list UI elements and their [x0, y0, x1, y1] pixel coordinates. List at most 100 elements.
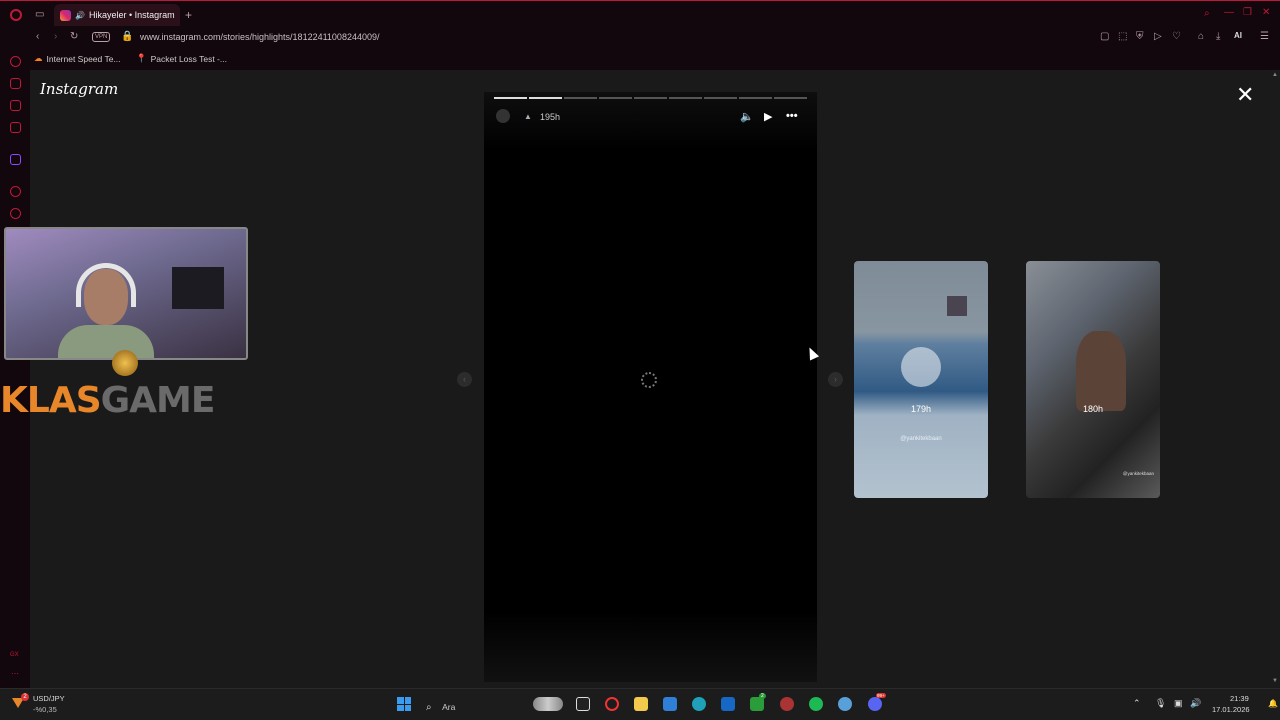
progress-segment: [774, 97, 807, 99]
bookmark-packet-loss[interactable]: 📍 Packet Loss Test -...: [136, 53, 227, 64]
restore-icon[interactable]: ❐: [1243, 8, 1252, 18]
windows-start-icon[interactable]: [397, 697, 411, 711]
heart-icon[interactable]: ♡: [1172, 32, 1181, 42]
player-icon[interactable]: [10, 186, 21, 197]
bookmarks-bar: ☁ Internet Speed Te... 📍 Packet Loss Tes…: [0, 48, 1280, 70]
crop-icon[interactable]: ⬚: [1118, 32, 1127, 42]
progress-segment: [634, 97, 667, 99]
story-thumbnail-1[interactable]: 179h @yankitekbaan: [854, 261, 988, 498]
ticker-change: -%0,35: [33, 705, 57, 714]
vpn-badge[interactable]: VPN: [92, 32, 111, 42]
instagram-favicon-icon: [60, 9, 71, 21]
story-viewer[interactable]: ▲ 195h 🔈 ▶ •••: [484, 92, 817, 682]
messenger-icon[interactable]: [10, 100, 21, 111]
progress-segment: [529, 97, 562, 99]
cloud-icon: ☁: [34, 53, 43, 63]
mute-icon[interactable]: 🔈: [740, 110, 754, 123]
game-app-icon[interactable]: [780, 697, 794, 711]
clock-icon[interactable]: [10, 208, 21, 219]
store-icon[interactable]: [663, 697, 677, 711]
menu-icon[interactable]: ☰: [1260, 32, 1269, 42]
streamer-body: [58, 325, 154, 358]
progress-segment: [704, 97, 737, 99]
twitch-icon[interactable]: [10, 154, 21, 165]
lock-icon: 🔒: [121, 31, 134, 42]
new-tab-icon[interactable]: +: [185, 9, 192, 21]
story-time: 195h: [540, 112, 561, 122]
badge-emblem-icon: [112, 350, 138, 376]
weather-widget-icon[interactable]: [533, 697, 563, 711]
brand-logo: KLASGAME: [0, 380, 215, 421]
headphones-shape: [76, 263, 136, 307]
discord-icon[interactable]: 99+: [868, 693, 886, 711]
webcam-overlay: [4, 227, 248, 360]
search-tabs-icon[interactable]: ⌕: [1204, 9, 1210, 19]
scroll-up-icon[interactable]: ▲: [1272, 72, 1278, 78]
thumbnail-time: 180h: [1082, 404, 1104, 414]
history-icon[interactable]: [10, 56, 21, 67]
teams-icon[interactable]: [721, 697, 735, 711]
stock-ticker[interactable]: 2 USD/JPY -%0,35: [10, 692, 80, 716]
thumbnail-caption: @yankitekbaan: [900, 436, 942, 442]
tab-instagram[interactable]: 🔊 Hikayeler • Instagram: [54, 4, 180, 26]
tab-menu-icon[interactable]: ▭: [35, 10, 44, 20]
wallet-icon[interactable]: ⌂: [1198, 32, 1204, 42]
network-icon[interactable]: ▣: [1174, 698, 1183, 709]
bookmark-speed-test[interactable]: ☁ Internet Speed Te...: [34, 53, 121, 64]
opera-logo-icon[interactable]: [10, 9, 22, 21]
volume-icon[interactable]: 🔊: [1190, 698, 1201, 709]
tray-chevron-icon[interactable]: ⌃: [1133, 698, 1141, 709]
thumbnail-image-circle: [901, 347, 941, 387]
tab-bar: ▭ 🔊 Hikayeler • Instagram + ⌕ — ❐ ✕: [0, 0, 1280, 28]
instagram-side-icon[interactable]: [10, 122, 21, 133]
minimize-icon[interactable]: —: [1224, 8, 1234, 18]
file-explorer-icon[interactable]: [634, 697, 648, 711]
play-icon[interactable]: ▷: [1154, 32, 1162, 42]
scroll-down-icon[interactable]: ▼: [1272, 678, 1278, 684]
play-button-icon[interactable]: ▶: [764, 110, 772, 123]
gx-icon[interactable]: GX: [10, 652, 19, 658]
clock-time[interactable]: 21:39: [1230, 694, 1249, 703]
progress-segment: [494, 97, 527, 99]
story-thumbnail-2[interactable]: 180h @yankitekbaan: [1026, 261, 1160, 498]
taskbar-search[interactable]: ⌕ Ara: [426, 697, 526, 713]
snapshot-icon[interactable]: ▢: [1100, 32, 1109, 42]
shield-icon[interactable]: ⛨: [1136, 32, 1144, 42]
edge-icon[interactable]: [692, 697, 706, 711]
forward-icon[interactable]: ›: [54, 32, 57, 42]
aria-icon[interactable]: [10, 78, 21, 89]
opera-taskbar-icon[interactable]: [605, 697, 619, 711]
more-icon[interactable]: ⋯: [11, 670, 19, 678]
settings-app-icon[interactable]: [838, 697, 852, 711]
file-app-icon[interactable]: [576, 697, 590, 711]
clock-date[interactable]: 17.01.2026: [1212, 705, 1250, 714]
ai-button[interactable]: AI: [1234, 32, 1242, 40]
xbox-icon[interactable]: 2: [750, 693, 766, 711]
progress-segment: [669, 97, 702, 99]
speaker-icon[interactable]: 🔊: [75, 11, 85, 20]
thumbnail-avatar: [947, 296, 967, 316]
chat-badge: 99+: [876, 693, 886, 698]
more-options-icon[interactable]: •••: [786, 110, 798, 122]
previous-story-arrow-icon[interactable]: ‹: [457, 372, 472, 387]
thumbnail-person: [1076, 331, 1126, 411]
notification-icon[interactable]: 🔔: [1268, 699, 1278, 708]
page-scrollbar[interactable]: ▲ ▼: [1270, 70, 1280, 688]
pin-icon: 📍: [136, 53, 147, 63]
monitor-shape: [172, 267, 224, 309]
close-icon[interactable]: ✕: [1236, 84, 1254, 106]
address-bar: ‹ › ↻ VPN 🔒 www.instagram.com/stories/hi…: [0, 28, 1280, 48]
reload-icon[interactable]: ↻: [70, 32, 78, 42]
thumbnail-time: 179h: [910, 404, 932, 414]
next-story-arrow-icon[interactable]: ›: [828, 372, 843, 387]
download-icon[interactable]: ⤓: [1216, 32, 1220, 42]
progress-segment: [739, 97, 772, 99]
spotify-icon[interactable]: [809, 697, 823, 711]
close-window-icon[interactable]: ✕: [1262, 8, 1270, 18]
ticker-badge: 2: [21, 693, 29, 701]
avatar[interactable]: [496, 109, 510, 123]
url-field[interactable]: www.instagram.com/stories/highlights/181…: [140, 32, 379, 42]
instagram-logo[interactable]: Instagram: [40, 80, 118, 98]
microphone-icon[interactable]: 🎙: [1155, 698, 1166, 709]
back-icon[interactable]: ‹: [36, 32, 39, 42]
